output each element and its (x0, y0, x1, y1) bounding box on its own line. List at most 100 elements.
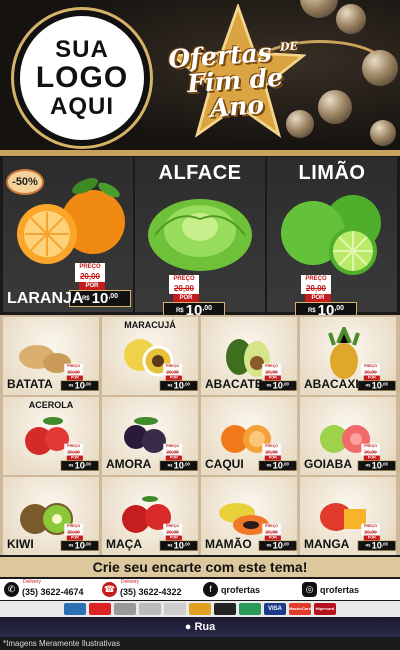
price-integer: 10 (173, 380, 184, 391)
price-label: PREÇO (301, 275, 331, 284)
whatsapp-icon: ✆ (4, 582, 19, 597)
new-price: R$ 10,00 (60, 380, 99, 391)
contact-bar: ✆ Delivery (35) 3622-4674 ☎ Delivery (35… (0, 579, 400, 600)
address-text: Rua (194, 621, 216, 633)
currency: R$ (175, 307, 184, 314)
contact-value: (35) 3622-4322 (120, 587, 182, 597)
price-decimal: ,00 (108, 293, 119, 300)
price-integer: 10 (74, 540, 85, 551)
price-integer: 10 (371, 380, 382, 391)
price-label: PREÇO (75, 263, 105, 272)
price-tag: PREÇO 20,00 POR R$ 10,00 (60, 363, 99, 391)
payment-card-icon (214, 603, 236, 615)
contact-whatsapp[interactable]: ✆ Delivery (35) 3622-4674 (4, 579, 84, 599)
product-name: LARANJA (7, 290, 84, 307)
price-decimal: ,00 (381, 462, 388, 467)
currency: R$ (365, 383, 371, 388)
product-name: ABACAXI (304, 377, 359, 391)
price-decimal: ,00 (183, 462, 190, 467)
por-label: POR (305, 294, 331, 302)
price-label: PREÇO (169, 275, 199, 284)
price-integer: 10 (74, 460, 85, 471)
contact-facebook[interactable]: f qrofertas (203, 580, 260, 599)
product-card: PREÇO 20,00 POR R$ 10,00 KIWI (3, 477, 99, 555)
price-tag: PREÇO 20,00 POR R$ 10,00 (258, 523, 297, 551)
price-decimal: ,00 (84, 382, 91, 387)
product-card: PREÇO 20,00 POR R$ 10,00 MANGA (300, 477, 396, 555)
price-integer: 10 (74, 380, 85, 391)
product-top-label: MARACUJÁ (124, 320, 176, 330)
product-card: PREÇO 20,00 POR R$ 10,00 MAÇA (102, 477, 198, 555)
price-decimal: ,00 (202, 305, 213, 312)
product-name: ALFACE (158, 162, 242, 184)
payment-card-icon (239, 603, 261, 615)
phone-icon: ☎ (102, 582, 117, 597)
por-label: POR (173, 294, 199, 302)
divider (0, 150, 400, 156)
featured-card-limao: LIMÃO PREÇO 20,00 POR R$ 10 ,00 (267, 157, 397, 319)
new-price: R$ 10,00 (60, 460, 99, 471)
ornament-ball (370, 120, 396, 146)
price-decimal: ,00 (334, 305, 345, 312)
new-price: R$ 10,00 (159, 460, 198, 471)
ornament-ball (336, 4, 366, 34)
product-card: PREÇO 20,00 POR R$ 10,00 MAMÃO (201, 477, 297, 555)
hipercard-icon: Hipercard (314, 603, 336, 615)
contact-label: Delivery (121, 579, 140, 585)
logo-placeholder: SUA LOGO AQUI (14, 10, 150, 146)
banner-title: Ofertas DE Fim de Ano (157, 33, 312, 126)
new-price: R$ 10,00 (357, 540, 396, 551)
price-decimal: ,00 (84, 462, 91, 467)
product-card: PREÇO 20,00 POR R$ 10,00 CAQUI (201, 397, 297, 475)
price-decimal: ,00 (282, 542, 289, 547)
payment-card-icon (189, 603, 211, 615)
product-card: PREÇO 20,00 POR R$ 10,00 BATATA (3, 317, 99, 395)
address-bar: ● Rua (0, 617, 400, 637)
featured-card-laranja: -50% PREÇO 20,00 POR R$ 10 ,00 LARANJA (3, 157, 133, 312)
location-pin-icon: ● (184, 621, 192, 633)
new-price: R$ 10,00 (60, 540, 99, 551)
disclaimer: *Imagens Meramente Ilustrativas (3, 639, 120, 648)
new-price: R$ 10,00 (159, 380, 198, 391)
product-name: MAMÃO (205, 537, 252, 551)
product-name: KIWI (7, 537, 34, 551)
price-tag: PREÇO 20,00 POR R$ 10,00 (357, 443, 396, 471)
currency: R$ (68, 543, 74, 548)
contact-instagram[interactable]: ◎ qrofertas (302, 580, 359, 599)
currency: R$ (68, 463, 74, 468)
product-card: PREÇO 20,00 POR R$ 10,00 ABACAXI (300, 317, 396, 395)
lettuce-icon (148, 199, 252, 271)
product-name: BATATA (7, 377, 53, 391)
currency: R$ (167, 383, 173, 388)
product-card: MARACUJÁ PREÇO 20,00 POR R$ 10,00 (102, 317, 198, 395)
payment-methods: VISA MasterCard Hipercard (0, 601, 400, 617)
mastercard-icon: MasterCard (289, 603, 311, 615)
product-name: MAÇA (106, 537, 142, 551)
old-price: 20,00 (75, 272, 105, 282)
product-card: PREÇO 20,00 POR R$ 10,00 ABACATE (201, 317, 297, 395)
discount-badge: -50% (6, 169, 44, 195)
currency: R$ (167, 543, 173, 548)
price-tag: PREÇO 20,00 POR R$ 10,00 (60, 523, 99, 551)
cta-banner[interactable]: Crie seu encarte com este tema! (0, 557, 400, 577)
currency: R$ (167, 463, 173, 468)
product-name: CAQUI (205, 457, 244, 471)
price-tag: PREÇO 20,00 POR R$ 10,00 (159, 363, 198, 391)
logo-line1: SUA (55, 36, 109, 64)
price-decimal: ,00 (282, 382, 289, 387)
currency: R$ (266, 463, 272, 468)
instagram-icon: ◎ (302, 582, 317, 597)
price-tag: PREÇO 20,00 POR R$ 10,00 (357, 523, 396, 551)
por-label: POR (79, 282, 105, 290)
contact-phone[interactable]: ☎ Delivery (35) 3622-4322 (102, 579, 182, 599)
currency: R$ (307, 307, 316, 314)
new-price: R$ 10,00 (159, 540, 198, 551)
product-name: MANGA (304, 537, 350, 551)
currency: R$ (266, 383, 272, 388)
product-name: ABACATE (205, 377, 263, 391)
new-price: R$ 10,00 (258, 540, 297, 551)
product-top-label: ACEROLA (28, 400, 74, 410)
price-tag: PREÇO 20,00 POR R$ 10 ,00 (163, 275, 225, 319)
new-price: R$ 10,00 (357, 380, 396, 391)
price-decimal: ,00 (381, 382, 388, 387)
